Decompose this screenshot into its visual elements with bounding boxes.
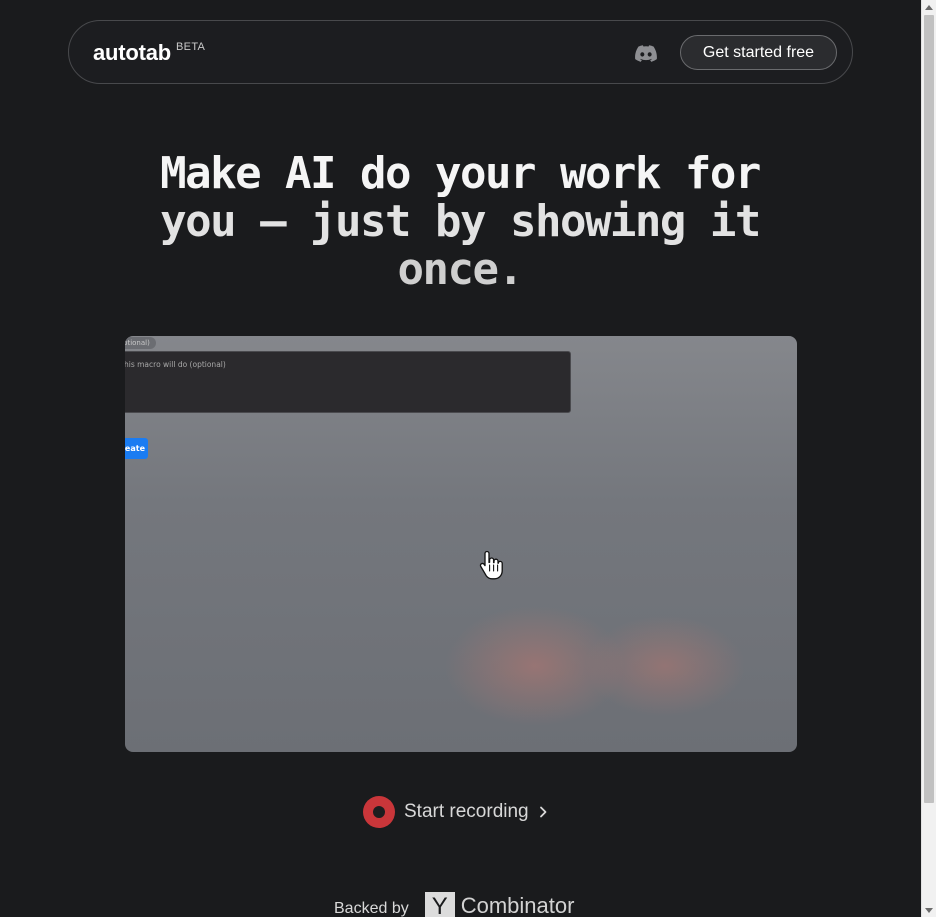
hero-line-3: once. [397, 244, 524, 295]
yc-logo-text: Combinator [460, 893, 575, 917]
scroll-up-arrow-icon[interactable] [922, 0, 936, 14]
demo-video[interactable]: ptional) his macro will do (optional) ea… [125, 336, 797, 752]
get-started-button[interactable]: Get started free [680, 35, 837, 70]
chevron-right-icon [539, 805, 551, 819]
hero-headline: Make AI do your work for you – just by s… [120, 150, 800, 294]
beta-badge: BETA [176, 41, 206, 53]
discord-icon[interactable] [635, 42, 657, 64]
start-recording-button[interactable]: Start recording [363, 796, 551, 828]
brand-logo[interactable]: autotab BETA [93, 40, 205, 66]
video-description-field: his macro will do (optional) [125, 351, 571, 413]
hand-pointer-icon [479, 550, 503, 580]
record-icon [363, 796, 395, 828]
top-nav: autotab BETA Get started free [68, 20, 853, 84]
brand-name: autotab [93, 40, 172, 65]
video-create-button: eate [125, 438, 148, 459]
hero-line-2: you – just by showing it [160, 196, 761, 247]
page: autotab BETA Get started free Make AI do… [0, 0, 936, 917]
video-optional-tag: ptional) [125, 337, 156, 349]
video-description-placeholder: his macro will do (optional) [125, 360, 226, 369]
backed-by: Backed by Y Combinator [334, 890, 574, 917]
scroll-down-arrow-icon[interactable] [922, 903, 936, 917]
backed-by-label: Backed by [334, 900, 409, 917]
hero-line-1: Make AI do your work for [160, 148, 761, 199]
scrollbar-thumb[interactable] [924, 15, 934, 803]
vertical-scrollbar[interactable] [921, 0, 936, 917]
start-recording-label: Start recording [404, 801, 529, 822]
yc-logo-icon: Y [424, 892, 455, 917]
